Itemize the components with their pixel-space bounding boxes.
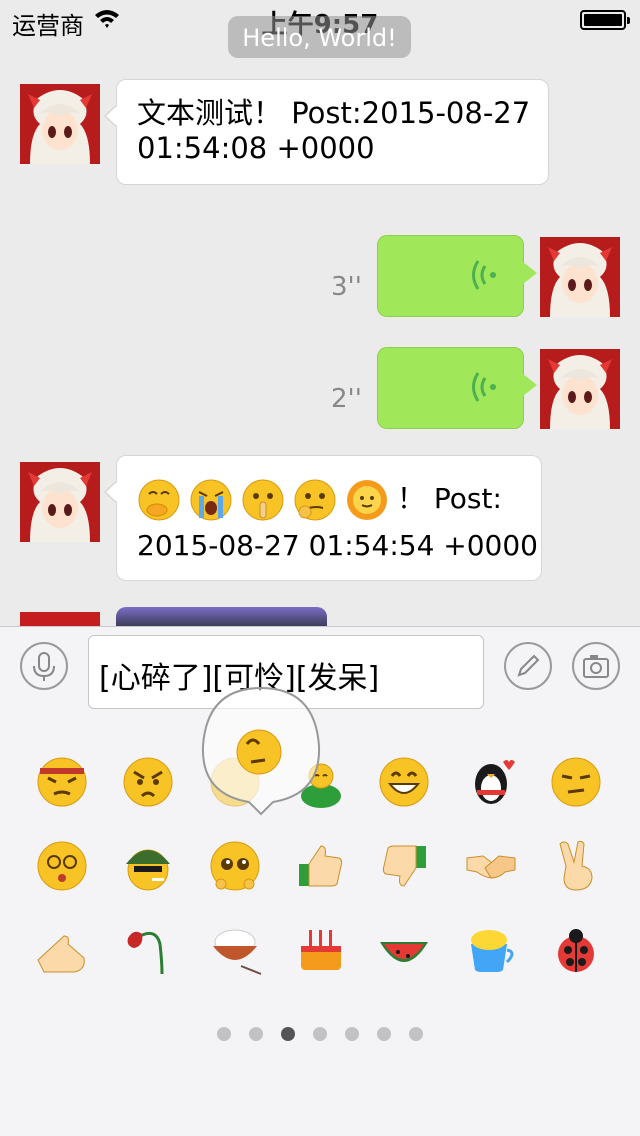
message-text: ！ Post: (397, 482, 502, 515)
page-dot[interactable] (345, 1027, 359, 1041)
voice-wave-icon (472, 372, 496, 402)
camera-icon (583, 655, 609, 678)
avatar[interactable] (20, 84, 100, 164)
soldier-face-icon[interactable] (120, 838, 176, 894)
page-dot-active[interactable] (281, 1027, 295, 1041)
smirk-face-icon[interactable] (548, 754, 604, 810)
shush-face-icon (242, 479, 284, 521)
pencil-icon (517, 654, 540, 677)
camera-button[interactable] (572, 642, 620, 690)
avatar[interactable] (20, 612, 100, 626)
dizzy-face-icon[interactable] (34, 838, 90, 894)
message-text: 2015-08-27 01:54:54 +0000 (137, 529, 538, 562)
microphone-icon (33, 652, 55, 681)
voice-bubble[interactable] (377, 347, 537, 429)
edit-button[interactable] (504, 642, 552, 690)
cover-mouth-laugh-icon (138, 479, 180, 521)
avatar[interactable] (540, 237, 620, 317)
page-dot[interactable] (409, 1027, 423, 1041)
voice-input-button[interactable] (20, 642, 68, 690)
watermelon-icon[interactable] (376, 922, 432, 978)
page-dot[interactable] (217, 1027, 231, 1041)
angry-face-icon[interactable] (120, 754, 176, 810)
page-dot[interactable] (377, 1027, 391, 1041)
page-dot[interactable] (249, 1027, 263, 1041)
message-text: 文本测试！ Post:2015-08-27 (137, 96, 531, 130)
voice-duration: 2'' (331, 384, 362, 414)
battery-icon (580, 10, 630, 30)
handshake-icon[interactable] (463, 838, 519, 894)
cake-icon[interactable] (293, 922, 349, 978)
page-dot[interactable] (313, 1027, 327, 1041)
message-text: 01:54:08 +0000 (137, 131, 375, 165)
thumbs-down-icon[interactable] (376, 838, 432, 894)
victory-hand-icon[interactable] (548, 838, 604, 894)
coffee-cup-icon[interactable] (463, 922, 519, 978)
toast: Hello, World! (228, 16, 411, 58)
grinning-face-icon[interactable] (376, 754, 432, 810)
rice-bowl-icon[interactable] (207, 922, 263, 978)
voice-wave-icon (472, 260, 496, 290)
message-bubble[interactable]: 文本测试！ Post:2015-08-27 01:54:08 +0000 (104, 79, 549, 185)
crying-face-icon (190, 479, 232, 521)
thumbs-up-icon[interactable] (293, 838, 349, 894)
message-bubble[interactable]: ！ Post: 2015-08-27 01:54:54 +0000 (104, 455, 542, 581)
image-message[interactable] (116, 607, 327, 627)
emoji-preview-magnifier (201, 686, 321, 816)
pitiful-face-icon[interactable] (207, 838, 263, 894)
penguin-icon[interactable] (463, 754, 519, 810)
voice-bubble[interactable] (377, 235, 537, 317)
sun-icon (347, 480, 387, 520)
thinking-face-icon (294, 479, 336, 521)
avatar[interactable] (20, 462, 100, 542)
wilted-rose-icon[interactable] (120, 922, 176, 978)
headband-face-icon[interactable] (34, 754, 90, 810)
avatar[interactable] (540, 349, 620, 429)
ladybug-icon[interactable] (548, 922, 604, 978)
voice-duration: 3'' (331, 272, 362, 302)
page-indicator[interactable] (0, 1027, 640, 1043)
fist-palm-icon[interactable] (34, 922, 90, 978)
